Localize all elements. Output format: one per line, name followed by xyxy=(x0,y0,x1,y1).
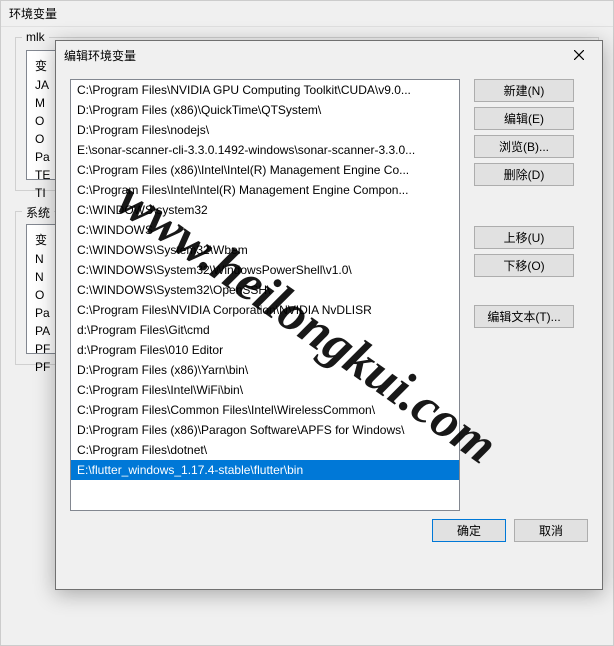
list-item[interactable]: D:\Program Files (x86)\Yarn\bin\ xyxy=(71,360,459,380)
list-item[interactable]: C:\Program Files\NVIDIA GPU Computing To… xyxy=(71,80,459,100)
close-button[interactable] xyxy=(564,45,594,65)
list-item[interactable]: C:\Program Files\Intel\Intel(R) Manageme… xyxy=(71,180,459,200)
dialog-title: 编辑环境变量 xyxy=(64,47,136,64)
list-item[interactable]: C:\WINDOWS\System32\WindowsPowerShell\v1… xyxy=(71,260,459,280)
list-item[interactable]: d:\Program Files\010 Editor xyxy=(71,340,459,360)
new-button[interactable]: 新建(N) xyxy=(474,79,574,102)
list-item[interactable]: C:\Program Files\Common Files\Intel\Wire… xyxy=(71,400,459,420)
move-up-button[interactable]: 上移(U) xyxy=(474,226,574,249)
list-item[interactable]: D:\Program Files (x86)\Paragon Software\… xyxy=(71,420,459,440)
close-icon xyxy=(574,50,584,60)
list-item[interactable]: C:\Program Files\NVIDIA Corporation\NVID… xyxy=(71,300,459,320)
list-item[interactable]: D:\Program Files\nodejs\ xyxy=(71,120,459,140)
browse-button[interactable]: 浏览(B)... xyxy=(474,135,574,158)
list-item[interactable]: C:\Program Files\dotnet\ xyxy=(71,440,459,460)
list-item[interactable]: d:\Program Files\Git\cmd xyxy=(71,320,459,340)
list-item[interactable]: E:\flutter_windows_1.17.4-stable\flutter… xyxy=(71,460,459,480)
sys-group-label: 系统 xyxy=(22,204,54,221)
edit-text-button[interactable]: 编辑文本(T)... xyxy=(474,305,574,328)
list-item[interactable]: D:\Program Files (x86)\QuickTime\QTSyste… xyxy=(71,100,459,120)
path-list[interactable]: C:\Program Files\NVIDIA GPU Computing To… xyxy=(70,79,460,511)
edit-env-var-dialog: 编辑环境变量 C:\Program Files\NVIDIA GPU Compu… xyxy=(55,40,603,590)
edit-button[interactable]: 编辑(E) xyxy=(474,107,574,130)
delete-button[interactable]: 删除(D) xyxy=(474,163,574,186)
list-item[interactable]: C:\WINDOWS\System32\Wbem xyxy=(71,240,459,260)
move-down-button[interactable]: 下移(O) xyxy=(474,254,574,277)
window-title: 环境变量 xyxy=(1,1,613,27)
dialog-cancel-button[interactable]: 取消 xyxy=(514,519,588,542)
list-item[interactable]: C:\Program Files (x86)\Intel\Intel(R) Ma… xyxy=(71,160,459,180)
user-group-label: mlk xyxy=(22,30,49,44)
dialog-ok-button[interactable]: 确定 xyxy=(432,519,506,542)
list-item[interactable]: C:\Program Files\Intel\WiFi\bin\ xyxy=(71,380,459,400)
list-item[interactable]: C:\WINDOWS xyxy=(71,220,459,240)
list-item[interactable]: C:\WINDOWS\system32 xyxy=(71,200,459,220)
list-item[interactable]: E:\sonar-scanner-cli-3.3.0.1492-windows\… xyxy=(71,140,459,160)
list-item[interactable]: C:\WINDOWS\System32\OpenSSH\ xyxy=(71,280,459,300)
